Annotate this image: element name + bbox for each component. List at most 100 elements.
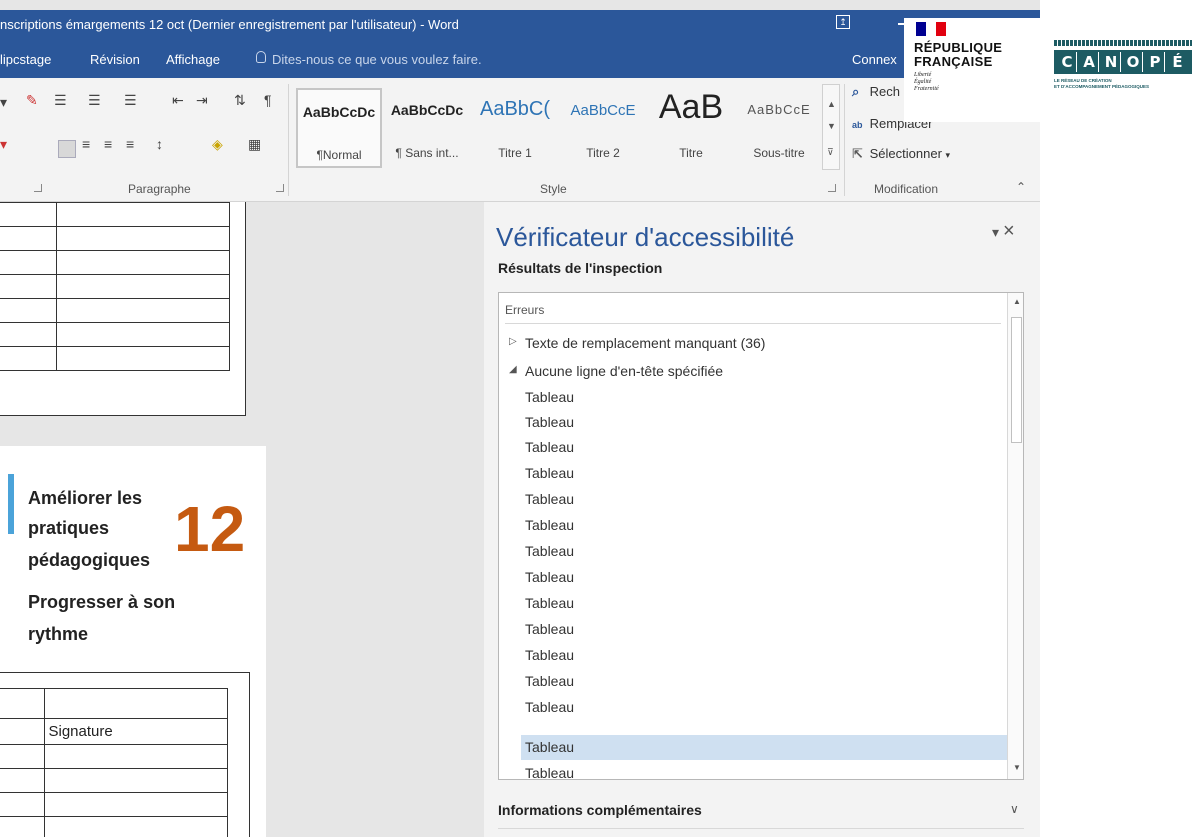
paragraph-dialog-launcher-icon[interactable]	[276, 184, 284, 192]
justify-icon[interactable]: ≡	[126, 136, 134, 152]
pilcrow-icon[interactable]: ¶	[264, 92, 272, 108]
result-item[interactable]: Tableau	[499, 565, 1007, 590]
style-gallery: AaBbCcDc ¶Normal AaBbCcDc ¶ Sans int... …	[296, 84, 826, 170]
logo-letters: C A N O P É	[1054, 50, 1192, 74]
collapse-arrow-icon[interactable]: ◢	[509, 364, 517, 375]
result-group-alt-text[interactable]: ▷ Texte de remplacement manquant (36)	[499, 331, 1007, 356]
borders-icon[interactable]: ▦	[248, 136, 261, 153]
cursor-arrow-icon: ⇱	[852, 146, 863, 161]
result-item[interactable]: Tableau	[499, 385, 1007, 410]
align-center-icon[interactable]: ≡	[82, 136, 90, 152]
dropdown-arrow-icon[interactable]: ▾	[0, 94, 7, 111]
logo-tagline: ET D'ACCOMPAGNEMENT PÉDAGOGIQUES	[1054, 84, 1149, 89]
doc-heading-line: pédagogiques	[28, 550, 151, 570]
align-left-icon[interactable]	[58, 140, 76, 158]
result-item[interactable]: Tableau	[499, 695, 1007, 720]
scroll-down-icon[interactable]: ▼	[1013, 763, 1021, 772]
lightbulb-icon	[256, 51, 266, 63]
more-info-header[interactable]: Informations complémentaires	[498, 802, 702, 818]
find-button[interactable]: ⌕ Rech	[852, 84, 900, 100]
result-item[interactable]: Tableau	[499, 513, 1007, 538]
title-bar: nscriptions émargements 12 oct (Dernier …	[0, 10, 1040, 40]
style-titre-1[interactable]: AaBbC( Titre 1	[472, 88, 558, 168]
style-titre[interactable]: AaB Titre	[648, 88, 734, 168]
result-item[interactable]: Tableau	[499, 617, 1007, 642]
result-item[interactable]: Tableau	[499, 539, 1007, 564]
numbering-icon[interactable]: ☰	[88, 92, 101, 109]
logo-tagline: LE RÉSEAU DE CRÉATION	[1054, 78, 1112, 83]
group-separator	[288, 84, 289, 196]
doc-subheading-line: Progresser à son	[28, 592, 176, 612]
french-flag-icon	[916, 22, 946, 36]
search-icon: ⌕	[852, 84, 860, 99]
logo-text: FRANÇAISE	[914, 54, 993, 69]
result-item-selected[interactable]: Tableau	[521, 735, 1007, 760]
result-item[interactable]: Tableau	[499, 487, 1007, 512]
sort-icon[interactable]: ⇅	[234, 92, 246, 109]
close-icon[interactable]: ×	[1003, 220, 1015, 242]
sign-in-link[interactable]: Connex	[852, 52, 897, 67]
result-item[interactable]: Tableau	[499, 410, 1007, 435]
bullets-icon[interactable]: ☰	[54, 92, 67, 109]
styles-dialog-launcher-icon[interactable]	[828, 184, 836, 192]
result-item[interactable]: Tableau	[499, 591, 1007, 616]
page-frame	[0, 202, 246, 416]
result-item[interactable]: Tableau	[499, 761, 1007, 779]
scroll-up-icon[interactable]: ▲	[827, 99, 836, 109]
accessibility-checker-pane: Vérificateur d'accessibilité ▾ × Résultat…	[484, 202, 1040, 837]
style-normal[interactable]: AaBbCcDc ¶Normal	[296, 88, 382, 168]
font-color-dropdown-icon[interactable]: ▾	[0, 136, 7, 153]
logo-motto: Liberté	[914, 72, 932, 78]
font-dialog-launcher-icon[interactable]	[34, 184, 42, 192]
decorative-bar	[8, 474, 14, 534]
tab-revision[interactable]: Révision	[90, 52, 140, 67]
result-item[interactable]: Tableau	[499, 461, 1007, 486]
ribbon-display-options-icon[interactable]: ↥	[836, 15, 850, 29]
section-header: Erreurs	[505, 303, 545, 317]
result-item[interactable]: Tableau	[499, 435, 1007, 460]
canope-logo: C A N O P É LE RÉSEAU DE CRÉATION ET D'A…	[1054, 40, 1194, 120]
divider	[505, 323, 1001, 324]
page	[0, 202, 246, 416]
style-sous-titre[interactable]: AaBbCcE Sous-titre	[736, 88, 822, 168]
scrollbar-thumb[interactable]	[1011, 317, 1022, 443]
multilevel-list-icon[interactable]: ☰	[124, 92, 137, 109]
doc-heading-line: Améliorer les	[28, 488, 143, 508]
signature-table: Signature	[0, 688, 228, 837]
inspection-results-list[interactable]: Erreurs ▷ Texte de remplacement manquant…	[498, 292, 1024, 780]
pane-title: Vérificateur d'accessibilité	[496, 222, 795, 252]
menu-bar: lipcstage Révision Affichage Dites-nous …	[0, 40, 1040, 78]
collapse-ribbon-icon[interactable]: ⌃	[1016, 180, 1026, 194]
expand-arrow-icon[interactable]: ▷	[509, 336, 517, 347]
style-gallery-scroll[interactable]: ▲ ▼ ⊽	[822, 84, 840, 170]
doc-heading-line: pratiques	[28, 518, 110, 538]
scroll-down-icon[interactable]: ▼	[827, 121, 836, 131]
decrease-indent-icon[interactable]: ⇤	[172, 92, 184, 109]
increase-indent-icon[interactable]: ⇥	[196, 92, 208, 109]
logo-motto: Fraternité	[914, 86, 939, 92]
chevron-down-icon[interactable]: ∨	[1010, 802, 1019, 816]
style-titre-2[interactable]: AaBbCcE Titre 2	[560, 88, 646, 168]
align-right-icon[interactable]: ≡	[104, 136, 112, 152]
logo-text: RÉPUBLIQUE	[914, 40, 1003, 55]
result-item[interactable]: Tableau	[499, 643, 1007, 668]
line-spacing-icon[interactable]: ↕	[156, 136, 163, 152]
logo-decoration	[1054, 40, 1192, 46]
more-styles-icon[interactable]: ⊽	[827, 147, 834, 158]
style-sans-interligne[interactable]: AaBbCcDc ¶ Sans int...	[384, 88, 470, 168]
scroll-up-icon[interactable]: ▲	[1013, 297, 1021, 306]
pane-options-icon[interactable]: ▾	[992, 224, 999, 240]
window-title: nscriptions émargements 12 oct (Dernier …	[0, 17, 459, 32]
replace-icon: ab	[852, 120, 863, 130]
select-button[interactable]: ⇱ Sélectionner ▾	[852, 146, 950, 162]
results-scrollbar[interactable]: ▲ ▼	[1007, 293, 1023, 779]
highlight-icon[interactable]: ✎	[26, 92, 38, 109]
result-item[interactable]: Tableau	[499, 669, 1007, 694]
chevron-down-icon: ▾	[945, 150, 951, 160]
tab-affichage[interactable]: Affichage	[166, 52, 220, 67]
tell-me-input[interactable]: Dites-nous ce que vous voulez faire.	[272, 52, 482, 67]
chapter-number: 12	[174, 493, 246, 565]
result-group-header-row[interactable]: ◢ Aucune ligne d'en-tête spécifiée	[499, 359, 1007, 384]
shading-icon[interactable]: ◈	[212, 136, 223, 153]
tab-mise-en-page[interactable]: lipcstage	[0, 52, 51, 67]
